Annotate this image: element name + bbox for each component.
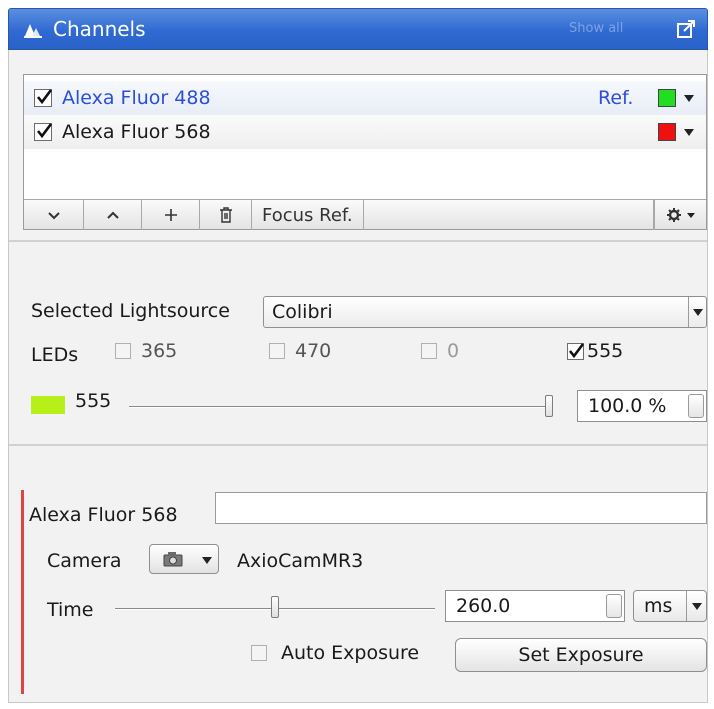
chevron-down-icon[interactable] [688, 297, 706, 327]
channel-toolbar: Focus Ref. [24, 199, 706, 230]
plus-icon [164, 209, 177, 221]
checkbox-box [269, 343, 285, 359]
checkbox-box [567, 343, 585, 360]
intensity-slider-track[interactable] [129, 406, 549, 408]
channel-row-alexa-568[interactable]: Alexa Fluor 568 [24, 115, 706, 149]
camera-name: AxioCamMR3 [237, 550, 364, 572]
channel-checkbox[interactable] [34, 123, 53, 141]
color-dropdown-icon[interactable] [684, 128, 694, 136]
intensity-value: 100.0 % [588, 395, 667, 417]
channels-icon [24, 24, 42, 38]
channel-list: Alexa Fluor 488 Ref. Alexa Fluor 568 Foc… [23, 74, 707, 230]
lightsource-label: Selected Lightsource [31, 300, 230, 322]
channel-row-alexa-488[interactable]: Alexa Fluor 488 Ref. [24, 81, 706, 115]
chevron-down-icon[interactable] [686, 591, 706, 621]
intensity-input[interactable]: 100.0 % [577, 390, 707, 422]
channel-checkbox[interactable] [34, 89, 53, 107]
active-channel-indicator [21, 490, 24, 694]
checkbox-box [421, 343, 437, 359]
leds-label: LEDs [31, 344, 79, 366]
gear-icon [666, 208, 695, 222]
channel-description-field[interactable] [215, 492, 707, 524]
panel-title: Channels [53, 17, 146, 41]
section-divider [9, 444, 707, 446]
trash-icon [219, 207, 232, 223]
time-label: Time [47, 599, 94, 621]
color-dropdown-icon[interactable] [684, 94, 694, 102]
chevron-down-icon [47, 212, 60, 220]
lightsource-value: Colibri [272, 301, 333, 323]
led-0-checkbox: 0 [421, 340, 459, 362]
channel-color-swatch[interactable] [658, 123, 676, 141]
camera-label: Camera [47, 550, 122, 572]
channel-color-swatch[interactable] [658, 89, 676, 107]
panel-bottom-border [8, 702, 708, 703]
channel-settings-name: Alexa Fluor 568 [29, 504, 178, 526]
led-label: 0 [447, 340, 460, 362]
spinner-icon[interactable] [606, 594, 622, 618]
checkbox-box [251, 645, 267, 661]
auto-exposure-checkbox[interactable]: Auto Exposure [251, 642, 419, 664]
chevron-up-icon [106, 211, 119, 219]
camera-select-button[interactable] [149, 544, 219, 574]
active-led-label: 555 [75, 390, 112, 412]
auto-exposure-label: Auto Exposure [281, 642, 420, 664]
show-all-label[interactable]: Show all [569, 21, 623, 36]
led-label: 365 [141, 340, 178, 362]
lightsource-select[interactable]: Colibri [263, 296, 707, 328]
led-color-swatch [31, 396, 65, 414]
undock-icon[interactable] [675, 18, 697, 40]
section-divider [9, 240, 707, 242]
led-470-checkbox[interactable]: 470 [269, 340, 331, 362]
camera-icon [163, 552, 183, 567]
channels-panel: Alexa Fluor 488 Ref. Alexa Fluor 568 Foc… [8, 50, 708, 702]
time-unit-select[interactable]: ms [633, 590, 707, 622]
delete-channel-button[interactable] [200, 200, 252, 230]
time-unit-value: ms [644, 595, 673, 617]
add-channel-button[interactable] [142, 200, 200, 230]
panel-title-bar: Channels Show all [8, 8, 708, 50]
channel-name: Alexa Fluor 568 [62, 121, 211, 143]
focus-ref-button[interactable]: Focus Ref. [252, 200, 364, 230]
exposure-time-input[interactable]: 260.0 [445, 590, 625, 622]
led-label: 555 [587, 340, 624, 362]
toolbar-spacer [364, 200, 654, 230]
exposure-time-value: 260.0 [456, 595, 511, 617]
intensity-slider-thumb[interactable] [545, 395, 553, 417]
spinner-icon[interactable] [688, 394, 704, 418]
led-365-checkbox[interactable]: 365 [115, 340, 177, 362]
checkbox-box [115, 343, 131, 359]
set-exposure-button[interactable]: Set Exposure [455, 638, 707, 672]
channel-name: Alexa Fluor 488 [62, 87, 211, 109]
led-label: 470 [295, 340, 332, 362]
settings-menu-button[interactable] [654, 200, 706, 230]
exposure-time-slider-thumb[interactable] [271, 596, 279, 618]
reference-label: Ref. [598, 87, 634, 109]
move-down-button[interactable] [24, 200, 84, 230]
move-up-button[interactable] [84, 200, 142, 230]
led-555-checkbox[interactable]: 555 [567, 340, 623, 362]
